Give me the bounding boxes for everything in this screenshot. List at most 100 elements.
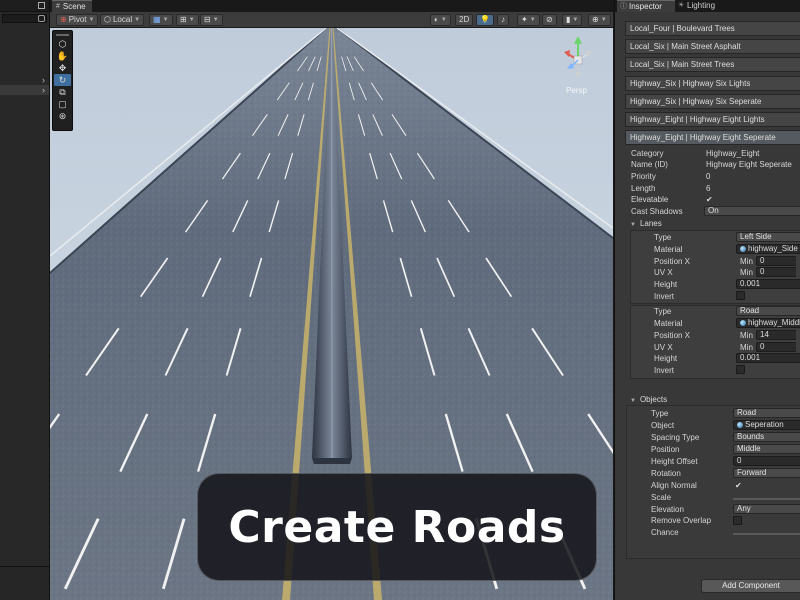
search-icon[interactable] [38, 15, 45, 22]
lane-uv-min-label: Min [740, 343, 753, 352]
hierarchy-row[interactable] [0, 55, 49, 65]
pivot-dropdown[interactable]: ⊕ Pivot ▼ [56, 14, 99, 26]
tab-scene-label: Scene [62, 2, 86, 11]
remove-overlap-checkbox[interactable] [733, 516, 742, 525]
snap-increment-button[interactable]: ⊞ ▼ [176, 14, 199, 26]
draw-mode-dropdown[interactable]: ◐ ▼ [430, 14, 451, 26]
road-list-item-selected[interactable]: Highway_Eight | Highway Eight Seperate [625, 130, 800, 145]
lane-height-field[interactable]: 0.001 [736, 279, 800, 289]
title-text: Create Roads [228, 501, 566, 553]
pivot-icon: ⊕ [60, 15, 67, 24]
length-value[interactable]: 6 [706, 184, 710, 193]
hierarchy-search-field[interactable] [2, 14, 47, 23]
foldout-arrow-icon[interactable]: ▼ [630, 398, 636, 404]
tab-inspector[interactable]: ⓘ Inspector [617, 0, 675, 12]
hierarchy-row[interactable] [0, 65, 49, 75]
scale-label: Scale [651, 493, 672, 502]
lane-uv-min-field[interactable]: 0 [756, 267, 796, 277]
priority-label: Priority [631, 172, 656, 181]
grid-snap-button[interactable]: ▦ ▼ [149, 14, 173, 26]
gizmos-dropdown[interactable]: ⊕ ▼ [588, 14, 611, 26]
expand-arrow-icon[interactable]: › [42, 85, 45, 95]
hierarchy-row[interactable] [0, 25, 49, 35]
hand-tool-icon[interactable]: ✋ [54, 50, 71, 62]
scene-toolbar: ⊕ Pivot ▼ ⬡ Local ▼ ▦ ▼ ⊞ ▼ ⊟ ▼ ◐ ▼ 2D 💡… [50, 12, 613, 28]
tab-scene[interactable]: # Scene [52, 0, 92, 12]
lane-height-field[interactable]: 0.001 [736, 353, 800, 363]
hierarchy-row[interactable] [0, 45, 49, 55]
elevation-dropdown[interactable]: Any [733, 504, 800, 514]
rotate-tool-icon[interactable]: ↻ [54, 74, 71, 86]
elevatable-checkbox[interactable]: ✔ [706, 195, 713, 204]
name-value[interactable]: Highway Eight Seperate [706, 160, 792, 169]
lock-icon[interactable] [38, 2, 45, 9]
expand-arrow-icon[interactable]: › [42, 75, 45, 85]
perspective-label[interactable]: Persp [566, 86, 587, 95]
lane-type-dropdown[interactable]: Road [736, 306, 800, 316]
road-list-item[interactable]: Local_Six | Main Street Asphalt [625, 39, 800, 54]
camera-dropdown[interactable]: ▮ ▼ [562, 14, 583, 26]
2d-label: 2D [459, 15, 470, 24]
category-value[interactable]: Highway_Eight [706, 149, 759, 158]
priority-value[interactable]: 0 [706, 172, 710, 181]
palette-drag-handle[interactable] [56, 34, 69, 36]
road-list-item[interactable]: Highway_Six | Highway Six Seperate [625, 94, 800, 109]
transform-tool-icon[interactable]: ⊛ [54, 110, 71, 122]
lane-uv-min-field[interactable]: 0 [756, 342, 796, 352]
object-type-dropdown[interactable]: Road [733, 408, 800, 418]
rotation-dropdown[interactable]: Forward [733, 468, 800, 478]
lane-material-field[interactable]: highway_Side [736, 244, 800, 254]
scale-slider[interactable] [733, 498, 800, 500]
lighting-toggle-button[interactable]: 💡 [476, 14, 494, 26]
audio-toggle-button[interactable]: ♪ [497, 14, 509, 26]
foldout-arrow-icon[interactable]: ▼ [630, 222, 636, 228]
lane-invert-checkbox[interactable] [736, 365, 745, 374]
lane-type-dropdown[interactable]: Left Side [736, 232, 800, 242]
hierarchy-panel: › › [0, 0, 50, 600]
orientation-gizmo[interactable] [558, 32, 608, 94]
add-component-button[interactable]: Add Component [701, 579, 800, 593]
height-offset-field[interactable]: 0 [733, 456, 800, 466]
position-dropdown[interactable]: Middle [733, 444, 800, 454]
lane-material-label: Material [654, 319, 683, 328]
local-dropdown[interactable]: ⬡ Local ▼ [100, 14, 145, 26]
lane-position-min-field[interactable]: 14 [756, 330, 796, 340]
lane-material-field[interactable]: highway_Middle [736, 318, 800, 328]
lane-uv-min-label: Min [740, 268, 753, 277]
road-list-item[interactable]: Highway_Six | Highway Six Lights [625, 76, 800, 91]
effects-dropdown[interactable]: ✦ ▼ [517, 14, 540, 26]
object-field[interactable]: Seperation [733, 420, 800, 430]
chevron-down-icon: ▼ [212, 17, 219, 23]
road-list-item[interactable]: Highway_Eight | Highway Eight Lights [625, 112, 800, 127]
view-tool-icon[interactable]: ⬡ [54, 38, 71, 50]
chance-slider[interactable] [733, 533, 800, 535]
rect-tool-icon[interactable]: ▢ [54, 98, 71, 110]
hierarchy-row[interactable] [0, 35, 49, 45]
chevron-down-icon: ▼ [134, 17, 141, 23]
hierarchy-row[interactable]: › [0, 75, 49, 85]
chance-label: Chance [651, 528, 679, 537]
move-tool-icon[interactable]: ✥ [54, 62, 71, 74]
name-label: Name (ID) [631, 160, 668, 169]
pivot-label: Pivot [68, 15, 87, 24]
lane-invert-label: Invert [654, 366, 675, 375]
gizmo-globe-icon: ⊕ [592, 15, 599, 24]
spacing-type-dropdown[interactable]: Bounds [733, 432, 800, 442]
cast-shadows-dropdown[interactable]: On [704, 206, 800, 216]
cube-icon: ⬡ [104, 15, 111, 24]
cast-shadows-label: Cast Shadows [631, 207, 683, 216]
road-list-item[interactable]: Local_Six | Main Street Trees [625, 57, 800, 72]
scene-viewport[interactable]: Create Roads [50, 28, 613, 600]
lane-type-label: Type [654, 307, 672, 316]
scale-tool-icon[interactable]: ⧉ [54, 86, 71, 98]
scene-visibility-toggle[interactable]: ⊘ [542, 14, 557, 26]
lane-position-min-field[interactable]: 0 [756, 256, 796, 266]
chevron-down-icon: ▼ [440, 17, 447, 23]
2d-toggle-button[interactable]: 2D [455, 14, 474, 26]
lane-invert-checkbox[interactable] [736, 291, 745, 300]
tab-lighting[interactable]: ☀ Lighting [675, 0, 737, 12]
incremental-snap-button[interactable]: ⊟ ▼ [200, 14, 223, 26]
hierarchy-row-selected[interactable]: › [0, 85, 49, 95]
road-list-item[interactable]: Local_Four | Boulevard Trees [625, 21, 800, 36]
align-normal-checkbox[interactable]: ✔ [735, 481, 742, 490]
